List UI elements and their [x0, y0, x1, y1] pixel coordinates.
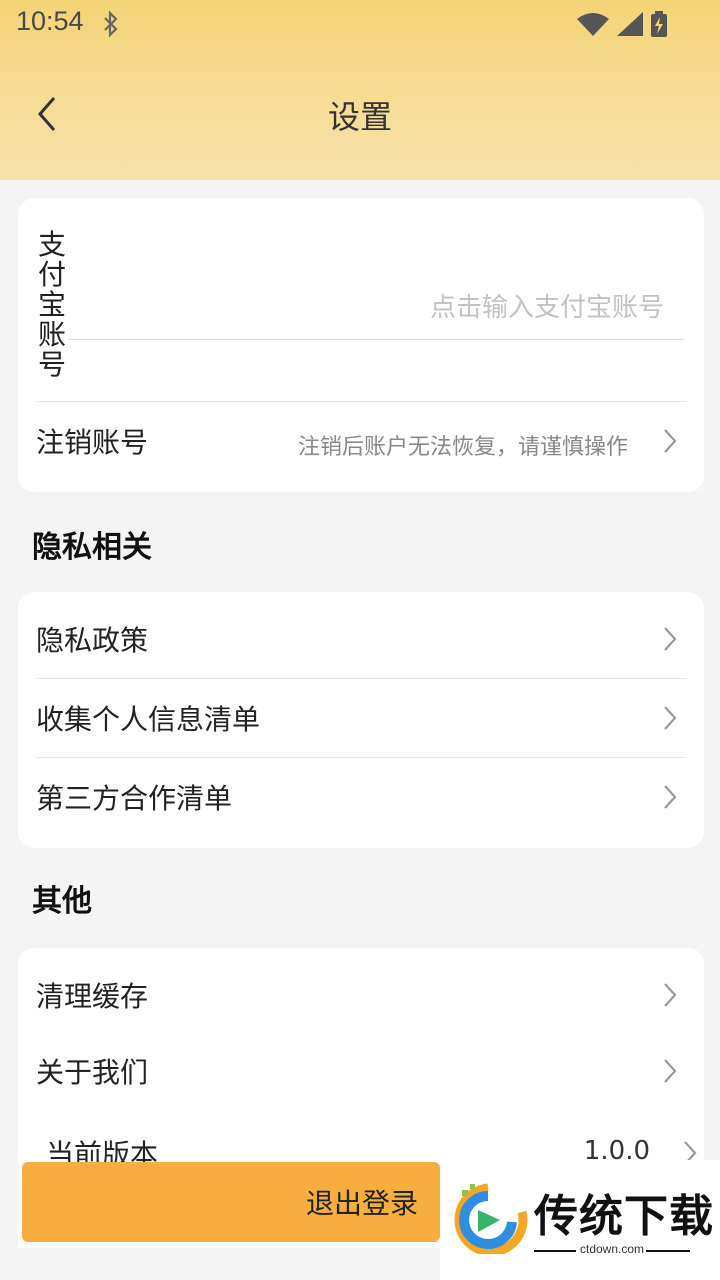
- system-icons: [576, 10, 668, 38]
- about-us-row[interactable]: 关于我们: [36, 1032, 686, 1110]
- cancel-account-label: 注销账号: [36, 426, 149, 459]
- chevron-right-icon: [662, 982, 678, 1012]
- wifi-icon: [577, 13, 609, 36]
- chevron-right-icon: [662, 1058, 678, 1088]
- clear-cache-label: 清理缓存: [36, 980, 149, 1013]
- alipay-account-input[interactable]: [68, 276, 684, 340]
- page-title: 设置: [327, 98, 392, 136]
- third-party-list-label: 第三方合作清单: [36, 782, 233, 815]
- third-party-list-row[interactable]: 第三方合作清单: [36, 758, 686, 836]
- chevron-right-icon: [662, 705, 678, 735]
- bluetooth-icon: [102, 10, 120, 42]
- privacy-policy-row[interactable]: 隐私政策: [36, 600, 686, 678]
- battery-icon: [651, 11, 667, 37]
- status-time: 10:54: [16, 6, 84, 36]
- privacy-card: 隐私政策 收集个人信息清单 第三方合作清单: [18, 592, 704, 848]
- watermark-rule: [646, 1250, 690, 1252]
- chevron-right-icon: [662, 784, 678, 814]
- cancel-account-row[interactable]: 注销账号 注销后账户无法恢复，请谨慎操作: [36, 402, 686, 480]
- about-us-label: 关于我们: [36, 1056, 149, 1089]
- logout-button[interactable]: 退出登录: [22, 1162, 440, 1242]
- watermark-url: ctdown.com: [580, 1242, 645, 1256]
- cancel-account-hint: 注销后账户无法恢复，请谨慎操作: [297, 435, 628, 460]
- watermark-rule: [534, 1250, 576, 1252]
- header-bar: 10:54 设置: [0, 0, 720, 180]
- status-bar: 10:54: [0, 0, 720, 52]
- watermark: 传统下载 ctdown.com: [440, 1160, 720, 1280]
- watermark-logo-icon: [454, 1183, 528, 1254]
- privacy-policy-label: 隐私政策: [36, 624, 149, 657]
- other-section-title: 其他: [32, 884, 92, 919]
- personal-info-list-label: 收集个人信息清单: [36, 703, 261, 736]
- alipay-label: 支付宝账号: [38, 228, 67, 381]
- clear-cache-row[interactable]: 清理缓存: [36, 956, 686, 1034]
- personal-info-list-row[interactable]: 收集个人信息清单: [36, 679, 686, 757]
- account-card: 支付宝账号 注销账号 注销后账户无法恢复，请谨慎操作: [18, 198, 704, 492]
- chevron-right-icon: [662, 626, 678, 656]
- privacy-section-title: 隐私相关: [32, 530, 152, 565]
- chevron-right-icon: [662, 428, 678, 458]
- signal-icon: [617, 12, 643, 36]
- watermark-name: 传统下载: [534, 1191, 714, 1242]
